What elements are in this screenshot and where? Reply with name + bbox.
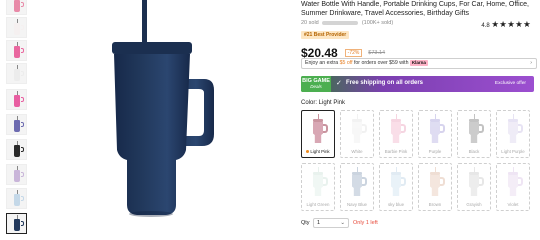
cup-lid: [112, 42, 192, 54]
cup-icon: [13, 214, 24, 231]
thumbnail-5[interactable]: [6, 89, 27, 110]
thumbnail-4[interactable]: [6, 63, 27, 84]
free-shipping-text: Free shipping on all orders: [346, 80, 424, 86]
original-price: $73.14: [368, 49, 386, 56]
swatch-violet[interactable]: Violet: [496, 163, 530, 211]
fire-icon: [306, 150, 310, 154]
cup-icon: [13, 90, 24, 107]
best-provider-badge: #21 Best Provider: [301, 31, 350, 39]
cup-icon: [313, 167, 328, 196]
cup-icon: [13, 165, 24, 182]
check-icon: ✓: [336, 80, 342, 87]
swatch-light-pink[interactable]: Light Pink: [301, 110, 335, 158]
swatch-grayish[interactable]: Grayish: [457, 163, 491, 211]
big-game-deals-logo: BIG GAME Deals: [301, 76, 331, 92]
sold-count: 20 sold (100K+ sold): [301, 20, 394, 26]
cup-icon: [13, 18, 24, 35]
cup-icon: [391, 114, 406, 143]
cup-icon: [469, 114, 484, 143]
cup-icon: [13, 64, 24, 81]
color-label: Color: Light Pink: [301, 100, 346, 106]
cup-icon: [13, 0, 24, 12]
thumbnail-7[interactable]: [6, 139, 27, 160]
thumbnail-2[interactable]: [6, 17, 27, 38]
swatch-barbie-pink[interactable]: Barbie Pink: [379, 110, 413, 158]
klarna-offer-banner[interactable]: Enjoy an extra $5 off for orders over $5…: [301, 58, 537, 69]
chevron-down-icon: ⌄: [340, 220, 345, 226]
cup-body: [114, 54, 190, 215]
price-row: $20.48 -72% $73.14: [301, 44, 386, 60]
swatch-brown[interactable]: Brown: [418, 163, 452, 211]
cup-icon: [391, 167, 406, 196]
cup-icon: [313, 114, 328, 143]
cup-icon: [13, 41, 24, 58]
swatch-black[interactable]: Black: [457, 110, 491, 158]
klarna-logo: Klarna: [409, 59, 428, 66]
swatch-light-purple[interactable]: Light Purple: [496, 110, 530, 158]
free-shipping-banner[interactable]: BIG GAME Deals ✓ Free shipping on all or…: [301, 76, 534, 92]
quantity-label: Qty: [301, 220, 310, 226]
swatch-sky-blue[interactable]: sky blue: [379, 163, 413, 211]
sales-meta: 20 sold (100K+ sold) 4.8 ★★★★★: [301, 19, 537, 30]
swatch-navy-blue[interactable]: Navy Blue: [340, 163, 374, 211]
chevron-right-icon: ›: [530, 60, 532, 66]
rating-value: 4.8: [481, 23, 490, 29]
cup-icon: [352, 114, 367, 143]
cup-icon: [13, 115, 24, 132]
thumbnail-1[interactable]: [6, 0, 27, 15]
product-title: Water Bottle With Handle, Portable Drink…: [301, 1, 529, 17]
thumbnail-10-selected[interactable]: [6, 213, 27, 234]
star-icons: ★★★★★: [491, 19, 531, 29]
discount-badge: -72%: [345, 48, 362, 57]
swatch-light-green[interactable]: Light Green: [301, 163, 335, 211]
cup-icon: [352, 167, 367, 196]
quantity-select[interactable]: 1 ⌄: [313, 218, 349, 228]
thumbnail-8[interactable]: [6, 164, 27, 185]
straw: [142, 0, 147, 44]
exclusive-offer-label: Exclusive offer: [494, 81, 526, 86]
tumbler-illustration: [112, 0, 214, 217]
cup-icon: [13, 140, 24, 157]
swatch-purple[interactable]: Purple: [418, 110, 452, 158]
thumbnail-3[interactable]: [6, 40, 27, 61]
thumbnail-6[interactable]: [6, 114, 27, 135]
rating[interactable]: 4.8 ★★★★★: [481, 19, 531, 30]
swatch-white[interactable]: White: [340, 110, 374, 158]
main-product-image[interactable]: [36, 0, 278, 236]
cup-icon: [430, 114, 445, 143]
cup-icon: [508, 167, 523, 196]
stock-note: Only 1 left: [353, 220, 378, 226]
cup-icon: [430, 167, 445, 196]
cup-icon: [508, 114, 523, 143]
cup-icon: [469, 167, 484, 196]
thumbnail-9[interactable]: [6, 188, 27, 209]
cup-icon: [13, 189, 24, 206]
